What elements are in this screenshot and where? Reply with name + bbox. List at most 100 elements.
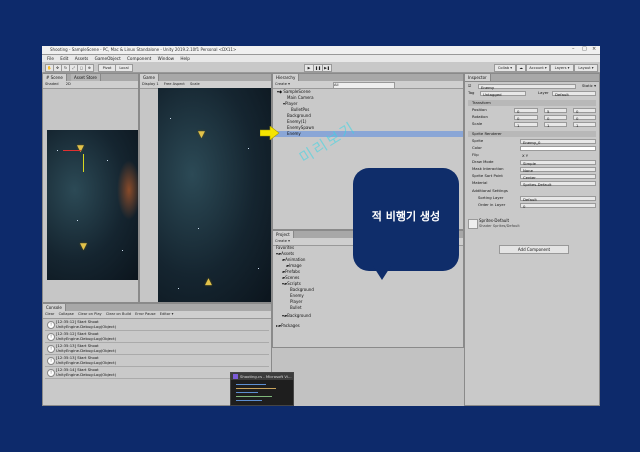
tab-asset-store[interactable]: Asset Store [71,74,101,81]
tag-dropdown[interactable]: Untagged [480,90,526,97]
console-clear-on-build-button[interactable]: Clear on Build [106,312,131,316]
layer-dropdown[interactable]: Default [552,90,596,97]
close-button[interactable]: × [592,46,596,52]
mask-interaction-dropdown[interactable]: None [520,166,596,173]
transform-label: Rotation [472,114,488,119]
console-entry-trace: UnityEngine.Debug:Log(Object) [56,348,117,353]
y-axis-gizmo-icon[interactable] [83,154,84,172]
tab-inspector[interactable]: Inspector [465,74,491,81]
sprite-row-label: Sprite [472,138,484,143]
menu-help[interactable]: Help [180,55,190,62]
menu-gameobject[interactable]: GameObject [95,55,121,62]
scale-y-field[interactable]: 1 [544,121,567,128]
x-axis-gizmo-icon[interactable] [63,150,81,151]
order-in-layer-field[interactable]: 0 [520,202,596,209]
draw-mode-dropdown[interactable]: Simple [520,159,596,166]
console-error-pause-button[interactable]: Error Pause [135,312,155,316]
scale-label: Scale [189,82,200,86]
hierarchy-create-button[interactable]: Create ▾ [275,82,290,86]
layers-button[interactable]: Layers ▾ [550,64,574,72]
additional-settings-header[interactable]: Additional Settings [468,188,596,194]
project-tree-item[interactable]: ▾▰Background [273,313,463,319]
sorting-layer-dropdown[interactable]: Default [520,195,596,202]
local-button[interactable]: Local [115,64,133,72]
sprite-row: Sprite Sort Point Center [468,173,596,180]
pivot-button[interactable]: Pivot [98,64,116,72]
hierarchy-item-label: Enemy [287,131,301,136]
menu-file[interactable]: File [47,55,54,62]
tree-label: Favorites [276,245,295,250]
game-viewport[interactable]: ▼ ▲ [158,88,271,302]
position-x-field[interactable]: 0 [514,107,538,114]
menu-component[interactable]: Component [127,55,151,62]
transform-tool-button[interactable]: ⊕ [85,64,94,72]
info-icon: ! [47,321,55,329]
minimize-button[interactable]: – [572,46,575,52]
sprite-field[interactable]: Enemy_0 [520,138,596,145]
project-tree-item[interactable]: Bullet [273,305,463,311]
transform-header[interactable]: Transform [468,100,596,106]
tab-game[interactable]: Game [140,74,159,81]
shaded-dropdown[interactable]: Shaded [45,82,59,86]
material-field[interactable]: Sprites-Default [520,180,596,187]
sprite-row-label: Sprite Sort Point [472,173,503,178]
tree-label: Assets [281,251,295,256]
console-clear-on-play-button[interactable]: Clear on Play [78,312,102,316]
menu-bar: File Edit Assets GameObject Component Wi… [42,55,600,62]
console-clear-button[interactable]: Clear [45,312,54,316]
project-tree-item[interactable]: ▸▰Packages [273,323,463,329]
console-entry[interactable]: ! [12:35:13] Start Shoot UnityEngine.Debug… [45,355,269,367]
enemy-ship-icon[interactable]: ▼ [80,242,87,252]
tab-hierarchy[interactable]: Hierarchy [273,74,300,81]
console-entry-trace: UnityEngine.Debug:Log(Object) [56,372,117,377]
position-z-field[interactable]: 0 [573,107,596,114]
collab-button[interactable]: Collab ▾ [494,64,516,72]
sprite-row-label: Order in Layer [478,202,506,207]
hierarchy-search-input[interactable]: All [333,82,395,89]
aspect-dropdown[interactable]: Free Aspect [164,82,185,86]
scene-viewport[interactable]: ▼ ▼ [47,130,138,280]
menu-edit[interactable]: Edit [60,55,68,62]
console-toolbar: Clear Collapse Clear on Play Clear on Bu… [43,311,271,319]
tab-console[interactable]: Console [43,304,66,311]
static-toggle[interactable]: Static ▾ [582,83,596,89]
maximize-button[interactable]: □ [582,46,587,52]
project-create-button[interactable]: Create ▾ [275,239,290,243]
scale-z-field[interactable]: 1 [573,121,596,128]
sprite-renderer-header[interactable]: Sprite Renderer [468,131,596,137]
tree-label: Player [290,299,303,304]
tree-label: Scripts [287,281,301,286]
sort-point-dropdown[interactable]: Center [520,173,596,180]
add-component-button[interactable]: Add Component [499,245,569,254]
tab-scene[interactable]: # Scene [43,74,67,81]
color-field[interactable] [520,145,596,151]
console-entry[interactable]: ! [12:35:12] Start Shoot UnityEngine.Debug… [45,331,269,343]
menu-assets[interactable]: Assets [75,55,89,62]
position-y-field[interactable]: 5 [544,107,567,114]
enemy-ship-icon[interactable]: ▼ [77,144,84,154]
display-dropdown[interactable]: Display 1 [142,82,159,86]
flip-toggles[interactable]: X Y [520,153,596,158]
console-editor-dropdown[interactable]: Editor ▾ [160,312,174,316]
layout-button[interactable]: Layout ▾ [574,64,598,72]
console-collapse-button[interactable]: Collapse [59,312,74,316]
console-entry[interactable]: ! [12:35:13] Start Shoot UnityEngine.Debug… [45,343,269,355]
object-name-row: ☑ Enemy Static ▾ [468,83,596,90]
cloud-icon[interactable]: ☁ [516,64,526,72]
tab-project[interactable]: Project [273,231,294,238]
account-button[interactable]: Account ▾ [526,64,550,72]
rotation-y-field[interactable]: 0 [544,114,567,121]
info-icon: ! [47,357,55,365]
layer-label: Layer [538,90,549,95]
rotation-x-field[interactable]: 0 [514,114,538,121]
vscode-taskbar-thumbnail[interactable]: Shooting.cs - Microsoft Vi... [230,372,294,406]
scale-x-field[interactable]: 1 [514,121,538,128]
active-checkbox[interactable]: ☑ [468,83,471,89]
hierarchy-item-selected[interactable]: Enemy [273,131,463,137]
rotation-z-field[interactable]: 0 [573,114,596,121]
2d-toggle[interactable]: 2D [66,82,71,86]
object-name-field[interactable]: Enemy [478,83,576,90]
console-entry[interactable]: ! [12:35:12] Start Shoot UnityEngine.Debug… [45,319,269,331]
menu-window[interactable]: Window [158,55,175,62]
step-button[interactable]: ▶❚ [322,64,332,72]
